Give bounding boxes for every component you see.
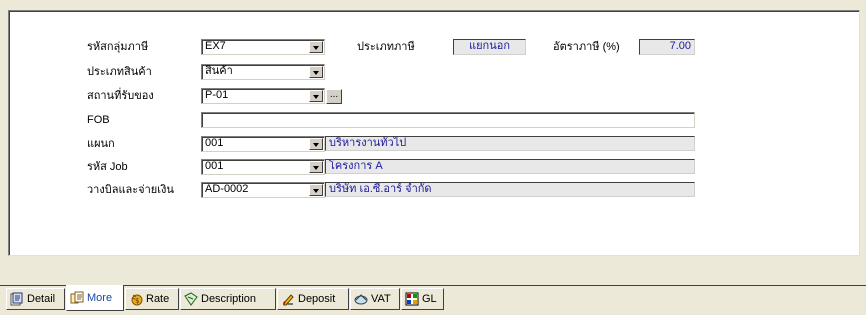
tax-type-label: ประเภทภาษี: [357, 41, 415, 53]
tab-rate[interactable]: $ Rate: [125, 288, 179, 310]
fob-label: FOB: [87, 114, 110, 126]
job-code-desc: โครงการ A: [325, 159, 695, 174]
department-label: แผนก: [87, 138, 115, 150]
tab-label: More: [87, 291, 113, 304]
chevron-down-icon[interactable]: [309, 90, 323, 102]
more-panel: รหัสกลุ่มภาษี EX7 ประเภทภาษี แยกนอก อัตร…: [8, 10, 860, 256]
more-icon: [70, 291, 84, 303]
tab-strip: Detail More $ Rate Description Deposit V…: [0, 285, 866, 311]
fob-input[interactable]: [201, 112, 695, 128]
tax-rate-value: 7.00: [639, 39, 695, 55]
tab-label: Description: [201, 293, 257, 305]
tab-label: VAT: [371, 293, 391, 305]
chevron-down-icon[interactable]: [309, 138, 323, 150]
chevron-down-icon[interactable]: [309, 184, 323, 196]
tab-label: Deposit: [298, 293, 336, 305]
product-type-combo[interactable]: สินค้า: [201, 64, 325, 80]
chevron-down-icon[interactable]: [309, 66, 323, 78]
vat-icon: [354, 294, 368, 305]
tab-deposit[interactable]: Deposit: [277, 288, 349, 310]
billing-value[interactable]: AD-0002: [201, 182, 325, 198]
tax-type-value: แยกนอก: [453, 39, 526, 55]
tab-description[interactable]: Description: [180, 288, 276, 310]
billing-label: วางบิลและจ่ายเงิน: [87, 184, 174, 196]
job-code-value[interactable]: 001: [201, 159, 325, 175]
job-code-label: รหัส Job: [87, 161, 128, 173]
department-desc: บริหารงานทั่วไป: [325, 136, 695, 151]
tax-group-combo[interactable]: EX7: [201, 39, 325, 55]
tab-gl[interactable]: GL: [401, 288, 444, 310]
tax-group-label: รหัสกลุ่มภาษี: [87, 41, 149, 53]
job-code-combo[interactable]: 001: [201, 159, 325, 175]
tab-vat[interactable]: VAT: [350, 288, 400, 310]
detail-icon: [10, 292, 23, 306]
department-value[interactable]: 001: [201, 136, 325, 152]
tab-more[interactable]: More: [66, 285, 124, 311]
tab-label: GL: [422, 293, 437, 305]
product-type-label: ประเภทสินค้า: [87, 66, 152, 78]
chevron-down-icon[interactable]: [309, 161, 323, 173]
department-combo[interactable]: 001: [201, 136, 325, 152]
tab-label: Rate: [146, 293, 170, 305]
receive-place-combo[interactable]: P-01: [201, 88, 325, 104]
billing-desc: บริษัท เอ.ซี.อาร์ จำกัด: [325, 182, 695, 197]
tax-group-value[interactable]: EX7: [201, 39, 325, 55]
chevron-down-icon[interactable]: [309, 41, 323, 53]
tax-rate-label: อัตราภาษี (%): [553, 41, 620, 53]
tab-label: Detail: [27, 293, 56, 305]
receive-place-value[interactable]: P-01: [201, 88, 325, 104]
deposit-icon: [283, 294, 294, 306]
svg-text:$: $: [135, 297, 139, 305]
receive-place-label: สถานที่รับของ: [87, 90, 154, 102]
tab-detail[interactable]: Detail: [6, 288, 65, 310]
description-icon: [184, 292, 198, 306]
product-type-value[interactable]: สินค้า: [201, 64, 325, 80]
billing-combo[interactable]: AD-0002: [201, 182, 325, 198]
gl-icon: [405, 292, 419, 306]
browse-button[interactable]: ...: [326, 89, 342, 104]
rate-icon: $: [131, 294, 143, 306]
